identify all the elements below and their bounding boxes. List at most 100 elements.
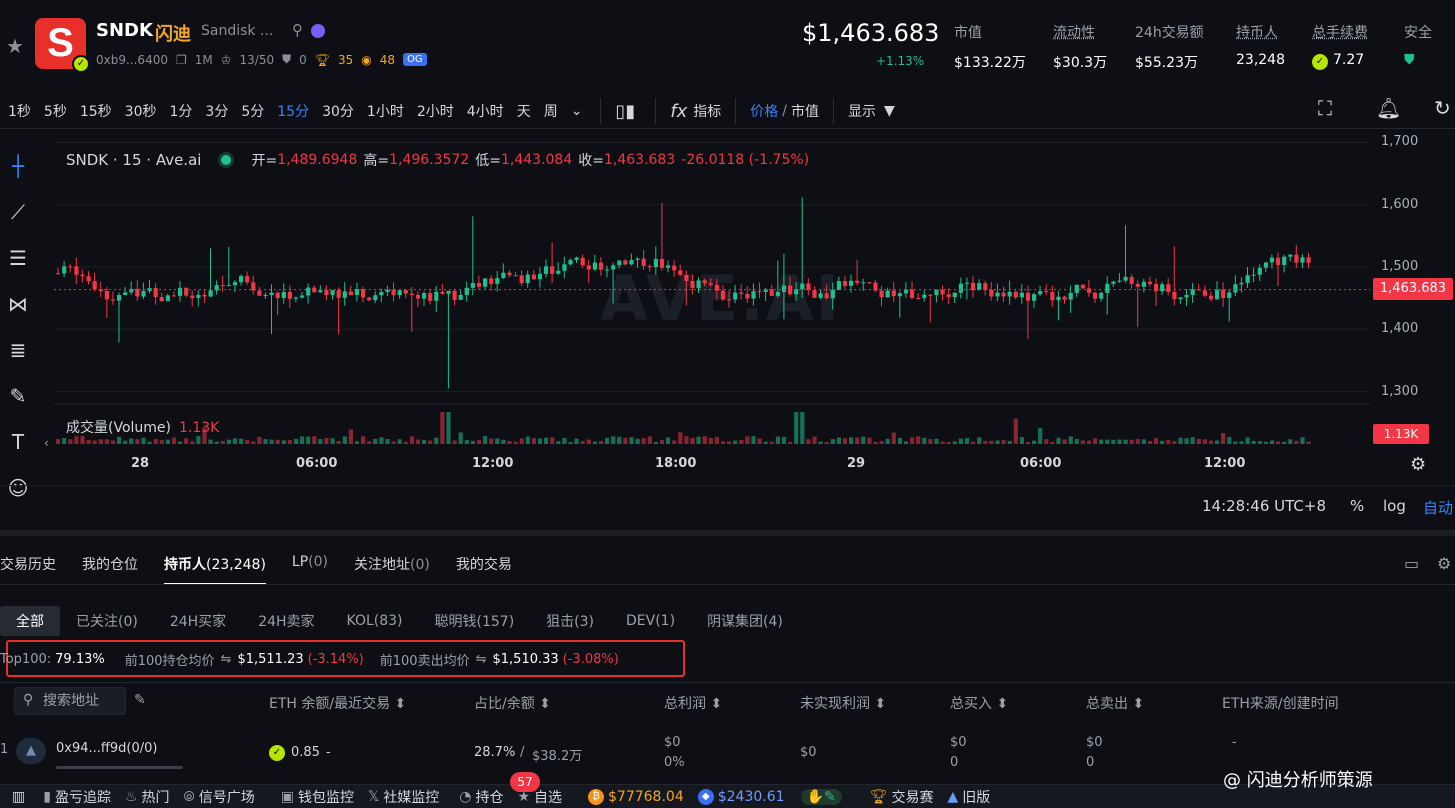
timeframe-30m[interactable]: 30分 bbox=[322, 101, 354, 121]
signal-square-button[interactable]: ⦾ 信号广场 bbox=[184, 787, 255, 807]
hot-button[interactable]: ♨ 热门 bbox=[125, 787, 170, 807]
timeframe-15m[interactable]: 15分 bbox=[277, 101, 309, 121]
candle-body bbox=[434, 291, 439, 301]
tab-watched-addresses[interactable]: 关注地址(0) bbox=[354, 554, 430, 585]
timeframe-4h[interactable]: 4小时 bbox=[467, 101, 504, 121]
filter-all[interactable]: 全部 bbox=[0, 606, 60, 636]
social-monitor-button[interactable]: 𝕏 社媒监控 bbox=[368, 787, 439, 807]
refresh-icon[interactable]: ↻ bbox=[1434, 96, 1451, 120]
wallet-monitor-button[interactable]: ▣ 钱包监控 bbox=[281, 787, 354, 807]
x-tick-label: 28 bbox=[131, 456, 150, 471]
search-icon[interactable]: ⚲ bbox=[292, 21, 303, 39]
token-address[interactable]: 0xb9...6400 bbox=[96, 53, 168, 67]
col-eth-balance[interactable]: ETH 余额/最近交易 ⬍ bbox=[269, 693, 406, 713]
coin-count: 48 bbox=[379, 52, 396, 67]
crosshair-icon[interactable]: ┼ bbox=[4, 154, 32, 182]
volume-bar bbox=[1221, 432, 1226, 444]
text-tool-icon[interactable]: T bbox=[4, 430, 32, 458]
timeframe-3m[interactable]: 3分 bbox=[205, 101, 228, 121]
mcap-toggle[interactable]: 市值 bbox=[791, 101, 819, 121]
timeframe-30s[interactable]: 30秒 bbox=[125, 101, 157, 121]
timeframe-5s[interactable]: 5秒 bbox=[44, 101, 67, 121]
sidebar-toggle-icon[interactable]: ▥ bbox=[12, 789, 25, 805]
security-shield-icon[interactable]: ⛊ bbox=[1404, 52, 1432, 68]
percent-scale-button[interactable]: % bbox=[1350, 497, 1364, 515]
tab-trade-history[interactable]: 交易历史 bbox=[0, 554, 56, 585]
holdings-button[interactable]: ◔ 持仓 bbox=[459, 787, 503, 807]
tab-holders[interactable]: 持币人(23,248) bbox=[164, 554, 266, 585]
candle-body bbox=[1105, 283, 1110, 293]
price-toggle[interactable]: 价格 bbox=[750, 101, 778, 121]
copy-icon[interactable]: ❐ bbox=[176, 53, 187, 67]
old-version-button[interactable]: ▲ 旧版 bbox=[948, 787, 991, 807]
tab-my-positions[interactable]: 我的仓位 bbox=[82, 554, 138, 585]
timeframe-1m[interactable]: 1分 bbox=[170, 101, 193, 121]
col-total-buy[interactable]: 总买入 ⬍ bbox=[950, 693, 1008, 713]
emoji-icon[interactable]: ☺ bbox=[4, 476, 32, 504]
timeframe-2h[interactable]: 2小时 bbox=[417, 101, 454, 121]
volume-bar bbox=[537, 438, 543, 444]
trend-line-icon[interactable]: ⟋ bbox=[4, 200, 32, 228]
col-total-profit[interactable]: 总利润 ⬍ bbox=[664, 693, 722, 713]
display-dropdown[interactable]: 显示 bbox=[848, 101, 876, 121]
fib-levels-icon[interactable]: ≣ bbox=[4, 338, 32, 366]
auto-scale-button[interactable]: 自动 bbox=[1423, 497, 1453, 518]
volume-bar bbox=[629, 437, 634, 444]
volume-bar bbox=[830, 439, 835, 444]
indicators-button[interactable]: 指标 bbox=[693, 101, 721, 121]
volume-bar bbox=[983, 440, 988, 444]
btc-price[interactable]: ₿ $77768.04 bbox=[588, 788, 684, 805]
timeframe-1h[interactable]: 1小时 bbox=[367, 101, 404, 121]
favorite-star-icon[interactable]: ★ bbox=[6, 34, 24, 58]
volume-bar bbox=[800, 412, 805, 444]
timeframe-15s[interactable]: 15秒 bbox=[80, 101, 112, 121]
indicator-fx-icon[interactable]: fx bbox=[670, 101, 687, 122]
timeframe-more-chevron-icon[interactable]: ⌄ bbox=[571, 103, 583, 119]
edit-icon[interactable]: ✎ bbox=[134, 692, 146, 708]
alert-bell-icon[interactable]: 🔔︎ bbox=[1376, 96, 1401, 120]
swap-icon[interactable]: ⇋ bbox=[476, 652, 487, 667]
timeframe-1s[interactable]: 1秒 bbox=[8, 101, 31, 121]
horizontal-lines-icon[interactable]: ☰ bbox=[4, 246, 32, 274]
volume-bar bbox=[123, 440, 128, 444]
contest-button[interactable]: 🏆︎ 交易赛 bbox=[870, 787, 934, 807]
candle-body bbox=[556, 270, 561, 274]
filter-dev[interactable]: DEV(1) bbox=[610, 608, 691, 634]
col-share-balance[interactable]: 占比/余额 ⬍ bbox=[474, 693, 551, 713]
quick-tools-icon[interactable]: ✋✎ bbox=[800, 788, 842, 805]
fullscreen-icon[interactable]: ⛶ bbox=[1318, 96, 1332, 120]
candle-body bbox=[1184, 294, 1189, 298]
address-search-input[interactable] bbox=[43, 691, 123, 711]
log-scale-button[interactable]: log bbox=[1383, 497, 1406, 515]
candle-type-icon[interactable]: ▯▮ bbox=[615, 101, 635, 122]
panel-layout-icon[interactable]: ▭ bbox=[1404, 554, 1419, 573]
brush-icon[interactable]: ✎ bbox=[4, 384, 32, 412]
candlestick-chart[interactable] bbox=[40, 130, 1370, 476]
scroll-left-icon[interactable]: ‹ bbox=[44, 436, 49, 450]
token-header: ★ S ✓ SNDK 闪迪 Sandisk ... ⚲ 0xb9...6400 … bbox=[0, 0, 1455, 88]
timeframe-day[interactable]: 天 bbox=[517, 101, 531, 121]
col-total-sell[interactable]: 总卖出 ⬍ bbox=[1086, 693, 1144, 713]
tab-lp[interactable]: LP(0) bbox=[292, 554, 328, 585]
filter-snipers[interactable]: 狙击(3) bbox=[530, 606, 610, 636]
chart-settings-icon[interactable]: ⚙ bbox=[1410, 454, 1426, 475]
filter-smart-money[interactable]: 聪明钱(157) bbox=[419, 606, 531, 636]
eth-price[interactable]: ◆ $2430.61 bbox=[697, 788, 785, 805]
timeframe-5m[interactable]: 5分 bbox=[241, 101, 264, 121]
tab-my-trades[interactable]: 我的交易 bbox=[456, 554, 512, 585]
panel-resize-handle[interactable] bbox=[0, 530, 1455, 536]
swap-icon[interactable]: ⇋ bbox=[221, 652, 232, 667]
timeframe-week[interactable]: 周 bbox=[544, 101, 558, 121]
holder-address[interactable]: 0x94...ff9d(0/0) bbox=[56, 741, 157, 756]
filter-followed[interactable]: 已关注(0) bbox=[60, 606, 154, 636]
filter-24h-sellers[interactable]: 24H卖家 bbox=[242, 606, 330, 636]
display-caret-icon[interactable]: ▼ bbox=[884, 103, 895, 119]
filter-cabal[interactable]: 阴谋集团(4) bbox=[691, 606, 799, 636]
candle-body bbox=[757, 291, 762, 293]
col-unrealized[interactable]: 未实现利润 ⬍ bbox=[800, 693, 886, 713]
pattern-icon[interactable]: ⋈ bbox=[4, 292, 32, 320]
panel-settings-icon[interactable]: ⚙ bbox=[1437, 554, 1451, 573]
filter-kol[interactable]: KOL(83) bbox=[331, 608, 419, 634]
filter-24h-buyers[interactable]: 24H买家 bbox=[154, 606, 242, 636]
pnl-tracker-button[interactable]: ▮ 盈亏追踪 bbox=[43, 787, 111, 807]
